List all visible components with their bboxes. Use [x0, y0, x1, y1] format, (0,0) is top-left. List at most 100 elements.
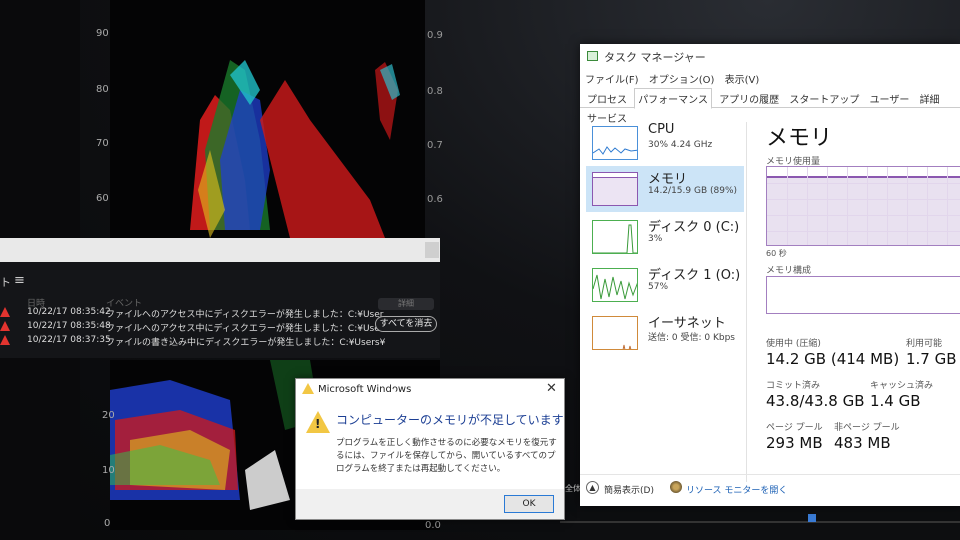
cached-value: 1.4 GB: [870, 392, 921, 410]
tab-details[interactable]: 詳細: [917, 89, 943, 108]
graph-gridline: [767, 215, 960, 216]
event-message: ファイルへのアクセス中にディスクエラーが発生しました：C:¥User: [106, 324, 384, 334]
tab-bar: プロセス パフォーマンス アプリの履歴 スタートアップ ユーザー 詳細 サービス: [580, 88, 960, 125]
event-time: 10/22/17 08:35:48: [27, 321, 111, 331]
tab-users[interactable]: ユーザー: [867, 89, 913, 108]
scope-tick-0.9: 0.9: [427, 30, 443, 41]
graph-gridline: [767, 183, 960, 184]
details-button[interactable]: 詳細: [378, 298, 434, 310]
error-icon: [0, 321, 10, 331]
menu-bar: ファイル(F) オプション(O) 表示(V): [580, 68, 960, 88]
in-use-value: 14.2 GB (414 MB): [766, 350, 900, 368]
resource-name: イーサネット: [648, 316, 726, 331]
horizontal-scrollbar[interactable]: [0, 238, 440, 262]
scrollbar-thumb[interactable]: [425, 242, 439, 258]
memory-usage-fill: [767, 175, 960, 245]
available-value: 1.7 GB: [906, 350, 957, 368]
resource-name: ディスク 1 (O:): [648, 268, 741, 283]
warning-small-icon: [302, 383, 314, 394]
menu-options[interactable]: オプション(O): [649, 75, 715, 86]
fewer-details-link[interactable]: 簡易表示(D): [604, 483, 654, 496]
tab-startup[interactable]: スタートアップ: [786, 89, 862, 108]
cpu-thumbnail: [592, 126, 638, 160]
resource-name: ディスク 0 (C:): [648, 220, 740, 235]
memory-thumbnail: [592, 172, 638, 206]
scope-tick-90: 90: [96, 28, 109, 39]
event-row[interactable]: 10/22/17 08:35:42 ファイルへのアクセス中にディスクエラーが発生…: [0, 306, 383, 320]
resource-item-disk0[interactable]: ディスク 0 (C:) 3%: [586, 214, 744, 260]
memory-title: メモリ: [766, 126, 833, 151]
timeline[interactable]: [560, 512, 960, 540]
resource-name: CPU: [648, 122, 675, 137]
waveform-scope-top: [110, 0, 425, 238]
resource-sub: 送信: 0 受信: 0 Kbps: [648, 333, 735, 343]
tab-processes[interactable]: プロセス: [584, 89, 630, 108]
menu-view[interactable]: 表示(V): [725, 75, 760, 86]
resource-item-ethernet[interactable]: イーサネット 送信: 0 受信: 0 Kbps: [586, 310, 744, 356]
graph-gridline: [867, 167, 868, 245]
memory-detail-pane: メモリ メモリ使用量 60 秒 メモリ構成 使用中 (圧縮) 14.2 GB (…: [756, 108, 960, 488]
graph-gridline: [767, 199, 960, 200]
paged-pool-value: 293 MB: [766, 434, 823, 452]
ok-button[interactable]: OK: [504, 495, 554, 513]
clear-all-button[interactable]: すべてを消去: [375, 316, 437, 332]
scope-tick-0.7: 0.7: [427, 140, 443, 151]
warning-mark: !: [315, 417, 321, 431]
graph-gridline: [847, 167, 848, 245]
tab-app-history[interactable]: アプリの履歴: [716, 89, 782, 108]
resource-list: CPU 30% 4.24 GHz メモリ 14.2/15.9 GB (89%) …: [580, 108, 744, 488]
task-manager-window: タスク マネージャー ファイル(F) オプション(O) 表示(V) プロセス パ…: [580, 44, 960, 506]
event-row[interactable]: 10/22/17 08:37:35 ファイルの書き込み中にディスクエラーが発生し…: [0, 334, 385, 348]
graph-gridline: [767, 231, 960, 232]
nonpaged-pool-label: 非ページ プール: [834, 423, 900, 433]
graph-gridline: [887, 167, 888, 245]
resource-item-memory[interactable]: メモリ 14.2/15.9 GB (89%): [586, 166, 744, 212]
pane-divider[interactable]: [746, 122, 747, 482]
resource-monitor-icon[interactable]: [670, 481, 682, 493]
event-message: ファイルの書き込み中にディスクエラーが発生しました：C:¥Users¥: [106, 338, 386, 348]
title-bar: タスク マネージャー: [580, 44, 960, 68]
resource-name: メモリ: [648, 172, 688, 187]
in-use-label: 使用中 (圧縮): [766, 339, 821, 349]
resource-sub: 3%: [648, 234, 663, 244]
memory-composition-bar: [766, 276, 960, 314]
memory-composition-label: メモリ構成: [766, 266, 812, 276]
timeline-track: [560, 521, 960, 523]
event-time: 10/22/17 08:37:35: [27, 335, 111, 345]
event-log-header: ト ≡: [0, 270, 440, 290]
dialog-heading: コンピューターのメモリが不足しています: [336, 413, 564, 427]
chevron-up-icon[interactable]: ▲: [586, 481, 599, 494]
low-memory-dialog: Microsoft Windows ✕ ! コンピューターのメモリが不足していま…: [295, 378, 565, 520]
scope-tick-20: 20: [102, 410, 115, 421]
event-row[interactable]: 10/22/17 08:35:48 ファイルへのアクセス中にディスクエラーが発生…: [0, 320, 383, 334]
close-icon[interactable]: ✕: [546, 381, 557, 396]
resource-item-disk1[interactable]: ディスク 1 (O:) 57%: [586, 262, 744, 308]
side-label: 全体: [565, 484, 581, 493]
task-manager-icon: [587, 51, 598, 61]
committed-label: コミット済み: [766, 381, 821, 391]
dialog-message: プログラムを正しく動作させるのに必要なメモリを復元するには、ファイルを保存してか…: [336, 438, 557, 474]
nonpaged-pool-value: 483 MB: [834, 434, 891, 452]
paged-pool-label: ページ プール: [766, 423, 823, 433]
graph-gridline: [927, 167, 928, 245]
resource-sub: 14.2/15.9 GB (89%): [648, 186, 738, 196]
menu-file[interactable]: ファイル(F): [585, 75, 639, 86]
resource-item-cpu[interactable]: CPU 30% 4.24 GHz: [586, 120, 744, 166]
graph-gridline: [947, 167, 948, 245]
error-icon: [0, 335, 10, 345]
menu-icon[interactable]: ≡: [14, 273, 25, 288]
resource-monitor-link[interactable]: リソース モニターを開く: [686, 483, 787, 496]
scope-tick-80: 80: [96, 84, 109, 95]
tab-performance[interactable]: パフォーマンス: [634, 88, 712, 109]
playhead-marker[interactable]: [808, 514, 816, 522]
graph-time-label: 60 秒: [766, 249, 787, 258]
disk0-thumbnail: [592, 220, 638, 254]
ethernet-thumbnail: [592, 316, 638, 350]
scope-tick-0.8: 0.8: [427, 86, 443, 97]
scope-tick-0.6: 0.6: [427, 194, 443, 205]
graph-gridline: [787, 167, 788, 245]
event-time: 10/22/17 08:35:42: [27, 307, 111, 317]
cached-label: キャッシュ済み: [870, 381, 934, 391]
resource-sub: 57%: [648, 282, 669, 292]
available-label: 利用可能: [906, 339, 943, 349]
